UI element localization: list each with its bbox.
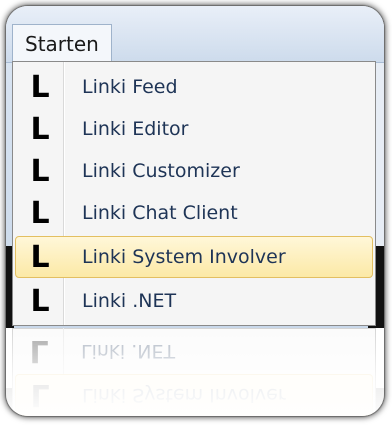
menu-item-label: Linki Chat Client [82, 202, 238, 224]
menu-item-linki-feed[interactable]: L Linki Feed [15, 66, 373, 108]
linki-logo-icon: L [30, 69, 50, 105]
menu-item-linki-chat-client[interactable]: L Linki Chat Client [15, 192, 373, 234]
dropdown-menu: L Linki Feed L Linki Editor L Linki Cust… [12, 61, 376, 326]
window-frame: Starten L Linki Feed L Linki Editor L Li… [6, 6, 384, 416]
menu-reflection: L Linki System Involver L Linki .NET [6, 328, 384, 416]
linki-logo-icon: L [30, 239, 50, 275]
menu-item-linki-system-involver[interactable]: L Linki System Involver [15, 236, 373, 278]
menu-bar: Starten [6, 6, 384, 63]
menu-item-label: Linki System Involver [82, 246, 286, 268]
linki-logo-icon: L [30, 111, 50, 147]
menu-item-label: Linki Editor [82, 118, 189, 140]
linki-logo-icon: L [30, 153, 50, 189]
linki-logo-icon: L [30, 195, 50, 231]
menu-item-linki-net[interactable]: L Linki .NET [15, 280, 373, 322]
linki-logo-icon: L [30, 283, 50, 319]
menu-item-label: Linki Feed [82, 76, 178, 98]
reflection-fade [6, 328, 384, 416]
menu-item-linki-editor[interactable]: L Linki Editor [15, 108, 373, 150]
menu-item-label: Linki Customizer [82, 160, 240, 182]
menu-starten[interactable]: Starten [12, 24, 112, 62]
screenshot-stage: Starten L Linki Feed L Linki Editor L Li… [0, 0, 392, 428]
menu-item-linki-customizer[interactable]: L Linki Customizer [15, 150, 373, 192]
menu-item-label: Linki .NET [82, 290, 177, 312]
